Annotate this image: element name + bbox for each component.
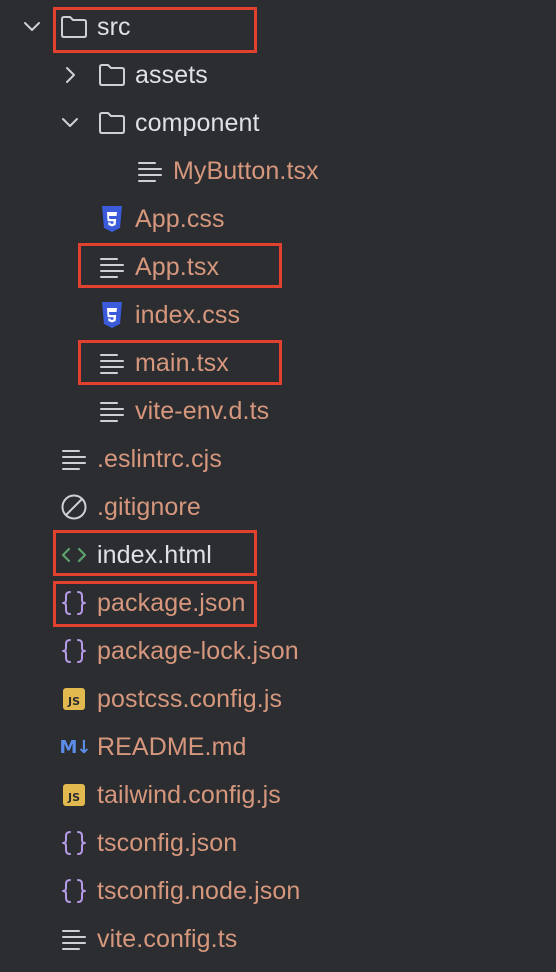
- tree-item-index-css[interactable]: index.css: [0, 291, 556, 339]
- html-file-icon: [60, 541, 88, 569]
- tree-item-tsconfig-node-json[interactable]: tsconfig.node.json: [0, 867, 556, 915]
- tree-item-label: component: [135, 109, 260, 137]
- json-file-icon: [60, 829, 88, 857]
- folder-icon: [98, 109, 126, 137]
- text-file-icon: [60, 445, 88, 473]
- project-file-tree: src assets component MyButton.tsx App.cs…: [0, 3, 556, 963]
- tree-item-vite-config-ts[interactable]: vite.config.ts: [0, 915, 556, 963]
- tree-item-src[interactable]: src: [0, 3, 556, 51]
- tree-item-label: postcss.config.js: [97, 685, 283, 713]
- text-file-icon: [98, 349, 126, 377]
- tree-item-label: App.css: [135, 205, 225, 233]
- tree-item-tsconfig-json[interactable]: tsconfig.json: [0, 819, 556, 867]
- tree-item-label: package-lock.json: [97, 637, 299, 665]
- js-file-icon: JS: [60, 685, 88, 713]
- tree-item-label: README.md: [97, 733, 247, 761]
- tree-item-label: tsconfig.node.json: [97, 877, 301, 905]
- folder-icon: [98, 61, 126, 89]
- tree-item-app-css[interactable]: App.css: [0, 195, 556, 243]
- tree-item-label: tailwind.config.js: [97, 781, 281, 809]
- tree-item-label: index.css: [135, 301, 241, 329]
- text-file-icon: [98, 397, 126, 425]
- tree-item-package-lock-json[interactable]: package-lock.json: [0, 627, 556, 675]
- chevron-down-icon[interactable]: [22, 17, 42, 37]
- tree-item-tailwind-config-js[interactable]: JS tailwind.config.js: [0, 771, 556, 819]
- json-file-icon: [60, 877, 88, 905]
- folder-icon: [60, 13, 88, 41]
- tree-item-label: assets: [135, 61, 208, 89]
- tree-item-label: .eslintrc.cjs: [97, 445, 222, 473]
- tree-item-vite-env-d-ts[interactable]: vite-env.d.ts: [0, 387, 556, 435]
- ignored-file-icon: [60, 493, 88, 521]
- markdown-file-icon: M↓: [59, 736, 92, 758]
- css-file-icon: [98, 205, 126, 233]
- tree-item-label: vite.config.ts: [97, 925, 238, 953]
- tree-item-mybutton-tsx[interactable]: MyButton.tsx: [0, 147, 556, 195]
- tree-item-main-tsx[interactable]: main.tsx: [0, 339, 556, 387]
- tree-item-gitignore[interactable]: .gitignore: [0, 483, 556, 531]
- tree-item-assets[interactable]: assets: [0, 51, 556, 99]
- text-file-icon: [60, 925, 88, 953]
- tree-item-label: .gitignore: [97, 493, 201, 521]
- tree-item-label: vite-env.d.ts: [135, 397, 270, 425]
- tree-item-label: index.html: [97, 541, 212, 569]
- text-file-icon: [98, 253, 126, 281]
- tree-item-label: tsconfig.json: [97, 829, 238, 857]
- tree-item-postcss-config-js[interactable]: JS postcss.config.js: [0, 675, 556, 723]
- json-file-icon: [60, 589, 88, 617]
- chevron-down-icon[interactable]: [60, 113, 80, 133]
- tree-item-app-tsx[interactable]: App.tsx: [0, 243, 556, 291]
- tree-item-label: App.tsx: [135, 253, 220, 281]
- tree-item-eslintrc[interactable]: .eslintrc.cjs: [0, 435, 556, 483]
- tree-item-label: main.tsx: [135, 349, 229, 377]
- tree-item-index-html[interactable]: index.html: [0, 531, 556, 579]
- tree-item-label: MyButton.tsx: [173, 157, 319, 185]
- tree-item-package-json[interactable]: package.json: [0, 579, 556, 627]
- tree-item-label: src: [97, 13, 131, 41]
- text-file-icon: [136, 157, 164, 185]
- chevron-right-icon[interactable]: [60, 65, 80, 85]
- js-file-icon: JS: [60, 781, 88, 809]
- tree-item-readme-md[interactable]: M↓ README.md: [0, 723, 556, 771]
- tree-item-component[interactable]: component: [0, 99, 556, 147]
- json-file-icon: [60, 637, 88, 665]
- tree-item-label: package.json: [97, 589, 246, 617]
- css-file-icon: [98, 301, 126, 329]
